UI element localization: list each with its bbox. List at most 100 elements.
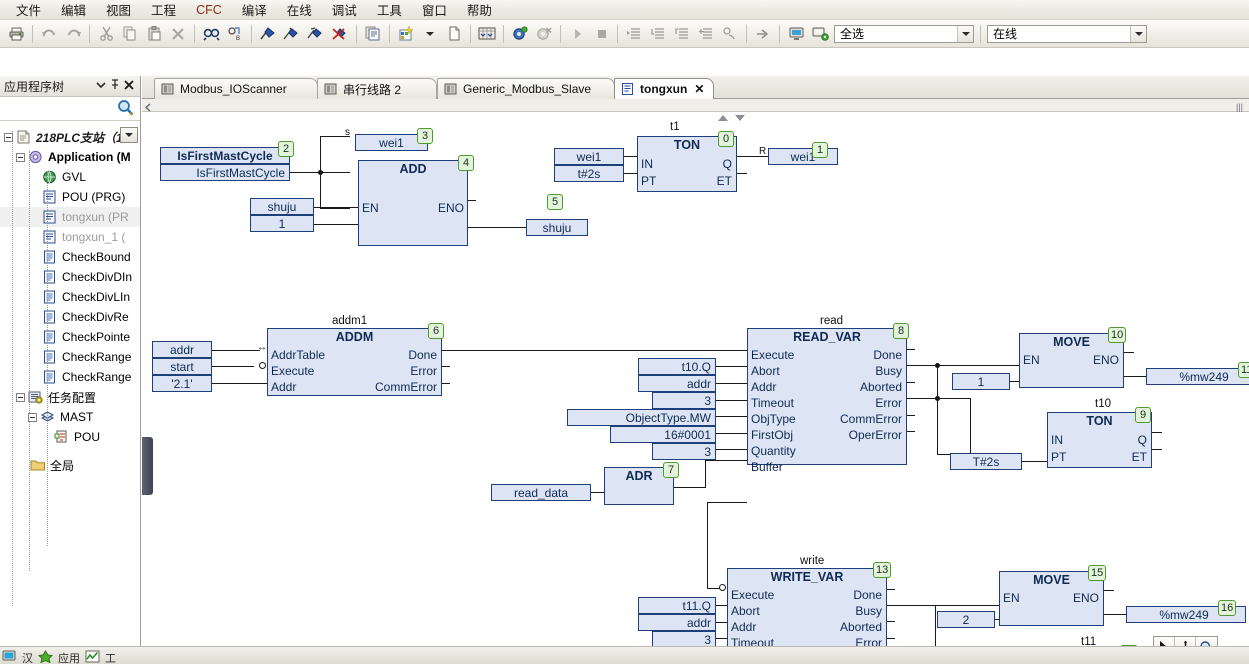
tree-expander[interactable] bbox=[4, 132, 13, 142]
pin-error[interactable]: Error bbox=[855, 636, 882, 646]
chevron-down-icon[interactable] bbox=[419, 23, 441, 45]
pin-abort[interactable]: Abort bbox=[731, 604, 760, 618]
pin-objtype[interactable]: ObjType bbox=[751, 412, 796, 426]
print-icon[interactable] bbox=[5, 23, 27, 45]
tab-close-icon[interactable]: ✕ bbox=[694, 82, 704, 96]
menu-view[interactable]: 视图 bbox=[96, 0, 141, 21]
tree-item-checkrange-2[interactable]: CheckRange bbox=[0, 367, 140, 387]
pin-timeout[interactable]: Timeout bbox=[731, 636, 774, 646]
pin-execute[interactable]: Execute bbox=[751, 348, 794, 362]
logout-icon[interactable] bbox=[533, 23, 555, 45]
tab-generic-modbus-slave[interactable]: Generic_Modbus_Slave bbox=[437, 78, 615, 99]
tree-item-project[interactable]: 218PLC支站（1 bbox=[0, 127, 140, 147]
pin-buffer[interactable]: Buffer bbox=[751, 460, 783, 474]
pin-execute[interactable]: Execute bbox=[271, 364, 314, 378]
tab-tongxun[interactable]: tongxun ✕ bbox=[614, 78, 714, 99]
pin-et[interactable]: ET bbox=[717, 174, 732, 188]
pin-addr[interactable]: Addr bbox=[751, 380, 776, 394]
step-over-icon[interactable] bbox=[623, 23, 645, 45]
var-isfirstmastcycle-title[interactable]: IsFirstMastCycle bbox=[160, 147, 290, 164]
pin-aborted[interactable]: Aborted bbox=[840, 620, 882, 634]
var-addr-1[interactable]: addr bbox=[152, 341, 212, 358]
tab-serial-line-2[interactable]: 串行线路 2 bbox=[317, 78, 437, 99]
copy-project-icon[interactable] bbox=[362, 23, 384, 45]
sort-up-icon[interactable] bbox=[717, 112, 729, 125]
var-firstobj-2[interactable]: 16#0001 bbox=[610, 426, 716, 443]
login-icon[interactable] bbox=[509, 23, 531, 45]
add-breakpoint-icon[interactable] bbox=[695, 23, 717, 45]
var-wei1-in[interactable]: wei1 bbox=[554, 148, 624, 165]
tree-item-checkdivlint[interactable]: CheckDivLIn bbox=[0, 287, 140, 307]
copy-icon[interactable] bbox=[119, 23, 141, 45]
pin-addr[interactable]: Addr bbox=[731, 620, 756, 634]
new-object-icon[interactable] bbox=[395, 23, 417, 45]
menu-cfc[interactable]: CFC bbox=[186, 1, 232, 19]
menu-online[interactable]: 在线 bbox=[277, 0, 322, 21]
tree-project-dropdown[interactable] bbox=[120, 127, 138, 143]
pin-in[interactable]: IN bbox=[641, 157, 653, 171]
menu-edit[interactable]: 编辑 bbox=[51, 0, 96, 21]
pin-timeout[interactable]: Timeout bbox=[751, 396, 794, 410]
var-move1-value[interactable]: 1 bbox=[952, 373, 1010, 390]
pin-busy[interactable]: Busy bbox=[855, 604, 882, 618]
toggle-breakpoint-icon[interactable] bbox=[719, 23, 741, 45]
var-shuju-output[interactable]: shuju bbox=[526, 219, 588, 236]
pin-eno[interactable]: ENO bbox=[438, 201, 464, 215]
canvas-left-scroll-handle[interactable] bbox=[142, 437, 153, 495]
pin-eno[interactable]: ENO bbox=[1093, 353, 1119, 367]
pin-busy[interactable]: Busy bbox=[875, 364, 902, 378]
block-addm[interactable]: ADDM AddrTable Execute Addr Done Error C… bbox=[267, 328, 442, 396]
var-addr-2[interactable]: addr bbox=[638, 375, 716, 392]
pin-done[interactable]: Done bbox=[873, 348, 902, 362]
paste-icon[interactable] bbox=[143, 23, 165, 45]
menu-window[interactable]: 窗口 bbox=[412, 0, 457, 21]
pin-addrtable[interactable]: AddrTable bbox=[271, 348, 325, 362]
pin-firstobj[interactable]: FirstObj bbox=[751, 428, 793, 442]
tree-item-tongxun-1[interactable]: tongxun_1 ( bbox=[0, 227, 140, 247]
zoom-tool[interactable] bbox=[1196, 637, 1217, 646]
block-write-var[interactable]: WRITE_VAR Execute Abort Addr Timeout Obj… bbox=[727, 568, 887, 646]
pin-abort[interactable]: Abort bbox=[751, 364, 780, 378]
menu-help[interactable]: 帮助 bbox=[457, 0, 502, 21]
pin-en[interactable]: EN bbox=[1023, 353, 1040, 367]
search-icon[interactable] bbox=[117, 99, 134, 119]
pin-q[interactable]: Q bbox=[1138, 433, 1147, 447]
tree-item-checkrange-1[interactable]: CheckRange bbox=[0, 347, 140, 367]
settings-mode-icon[interactable] bbox=[809, 23, 831, 45]
sort-down-icon[interactable] bbox=[734, 112, 746, 125]
menu-debug[interactable]: 调试 bbox=[322, 0, 367, 21]
tab-scroll-strip[interactable]: ||| bbox=[142, 99, 1249, 112]
tree-item-mast-pou[interactable]: POU bbox=[0, 427, 140, 447]
delete-icon[interactable] bbox=[167, 23, 189, 45]
compile-icon[interactable] bbox=[257, 23, 279, 45]
clean-icon[interactable] bbox=[329, 23, 351, 45]
pointer-tool[interactable] bbox=[1154, 637, 1175, 646]
var-t10-q[interactable]: t10.Q bbox=[638, 358, 716, 375]
tree-item-application[interactable]: Application (M bbox=[0, 147, 140, 167]
pin-q[interactable]: Q bbox=[723, 157, 732, 171]
pin-addr[interactable]: Addr bbox=[271, 380, 296, 394]
tree-item-global[interactable]: 全局 bbox=[0, 455, 140, 475]
pin-done[interactable]: Done bbox=[853, 588, 882, 602]
step-into-icon[interactable] bbox=[647, 23, 669, 45]
step-out-icon[interactable] bbox=[671, 23, 693, 45]
monitor-icon[interactable] bbox=[2, 650, 17, 664]
var-mw249-1[interactable]: %mw249 bbox=[1146, 368, 1249, 385]
pin-en[interactable]: EN bbox=[362, 201, 379, 215]
pan-tool[interactable] bbox=[1175, 637, 1196, 646]
pin-pt[interactable]: PT bbox=[1051, 450, 1066, 464]
tree-item-checkbound[interactable]: CheckBound bbox=[0, 247, 140, 267]
tree-item-tongxun[interactable]: tongxun (PR bbox=[0, 207, 140, 227]
menu-file[interactable]: 文件 bbox=[6, 0, 51, 21]
pin-icon[interactable] bbox=[108, 79, 122, 93]
var-addr-3[interactable]: addr bbox=[638, 614, 716, 631]
pin-done[interactable]: Done bbox=[408, 348, 437, 362]
pin-commerror[interactable]: CommError bbox=[840, 412, 902, 426]
tree-item-gvl[interactable]: GVL bbox=[0, 167, 140, 187]
var-timeout-2[interactable]: 3 bbox=[652, 392, 716, 409]
var-t11-q[interactable]: t11.Q bbox=[638, 597, 716, 614]
pin-et[interactable]: ET bbox=[1132, 450, 1147, 464]
tree-item-checkdivdint[interactable]: CheckDivDIn bbox=[0, 267, 140, 287]
tree-item-checkdivreal[interactable]: CheckDivRe bbox=[0, 307, 140, 327]
var-start[interactable]: start bbox=[152, 358, 212, 375]
